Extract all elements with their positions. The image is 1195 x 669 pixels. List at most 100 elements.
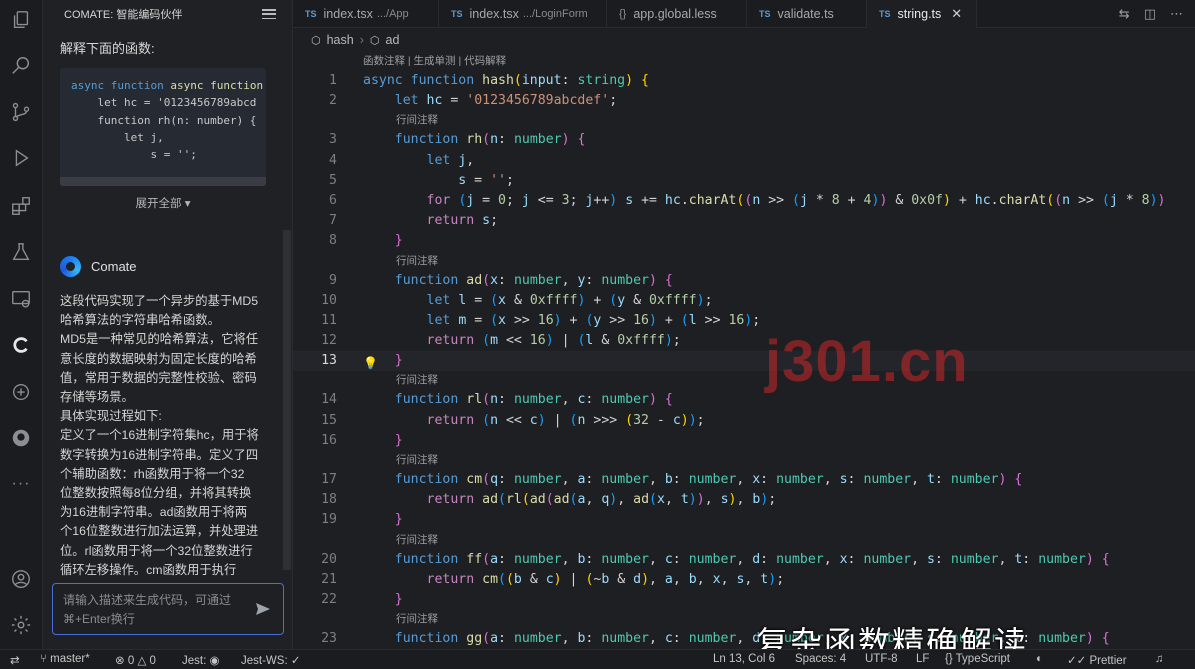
comate-status-icon[interactable]: ◐ (1036, 653, 1043, 665)
extensions-icon[interactable] (9, 194, 33, 218)
code-line[interactable]: 15 return (n << c) | (n >>> (32 - c)); (293, 411, 1195, 431)
line-ending[interactable]: LF (916, 653, 929, 665)
more-icon[interactable]: ··· (9, 472, 33, 496)
prettier-label: Prettier (1089, 655, 1127, 667)
tab-label: index.tsx (469, 7, 519, 21)
panel-header: COMATE: 智能编码伙伴 (43, 0, 292, 28)
line-number: 22 (321, 591, 337, 607)
code-line[interactable]: 19 } (293, 510, 1195, 530)
code-text: s = ''; (458, 172, 514, 188)
check-icon: ✓ (290, 655, 301, 667)
answer-line: 意长度的数据映射为固定长度的哈希 (60, 351, 257, 366)
answer-line: 个16位整数进行加法运算，并处理进 (60, 524, 259, 539)
function-icon: ⬡ (369, 34, 380, 47)
tab-3[interactable]: TS validate.ts (747, 0, 867, 28)
comate-icon[interactable] (9, 333, 33, 357)
code-line[interactable]: 1 async function hash(input: string) { (293, 71, 1195, 91)
code-line[interactable]: 4 let j, (293, 151, 1195, 171)
codelens-inline-comment[interactable]: 行间注释 (293, 111, 1195, 130)
account-icon[interactable] (9, 567, 33, 591)
compare-icon[interactable]: ⇆ (1119, 6, 1130, 22)
breadcrumb-ad[interactable]: ad (386, 33, 400, 47)
code-editor[interactable]: ⬡ hash › ⬡ ad 函数注释 | 生成单测 | 代码解释 1 async f… (293, 28, 1195, 649)
language-mode[interactable]: {} TypeScript (945, 653, 1010, 665)
code-line[interactable]: 23 function gg(a: number, b: number, c: … (293, 629, 1195, 649)
branch-indicator[interactable]: ⑂ master* (40, 653, 90, 665)
tab-1[interactable]: TS index.tsx .../LoginForm (439, 0, 607, 28)
codelens-inline-comment[interactable]: 行间注释 (293, 252, 1195, 271)
code-line[interactable]: 13 💡 } (293, 351, 1195, 372)
answer-line: 值，常用于数据的完整性校验、密码 (60, 370, 257, 385)
source-control-icon[interactable] (9, 100, 33, 124)
typescript-file-icon: TS (305, 9, 317, 19)
settings-gear-icon[interactable] (9, 613, 33, 637)
tab-0[interactable]: TS index.tsx .../App (293, 0, 439, 28)
snippet-scrollbar[interactable] (60, 177, 266, 186)
problems-indicator[interactable]: ⊗ 0 △ 0 (115, 653, 156, 667)
snippet-line-3: function rh(n: number) { (71, 113, 257, 127)
code-line[interactable]: 7 return s; (293, 211, 1195, 231)
jest-ws-label: Jest-WS: (241, 655, 288, 667)
tab-4[interactable]: TS string.ts ✕ (867, 0, 977, 28)
indentation[interactable]: Spaces: 4 (795, 653, 846, 665)
code-text: return ad(rl(ad(ad(a, q), ad(x, t)), s),… (426, 492, 777, 508)
line-number: 17 (321, 472, 337, 487)
remote-icon[interactable]: ⇄ (10, 653, 20, 667)
code-line[interactable]: 16 } (293, 431, 1195, 451)
search-icon[interactable] (9, 54, 33, 78)
prettier-status[interactable]: ✓✓ Prettier (1067, 653, 1127, 667)
breadcrumb-hash[interactable]: hash (327, 33, 354, 47)
code-line[interactable]: 22 } (293, 590, 1195, 610)
explorer-icon[interactable] (9, 8, 33, 32)
remote-explorer-icon[interactable] (9, 287, 33, 311)
code-line[interactable]: 20 function ff(a: number, b: number, c: … (293, 550, 1195, 570)
expand-all-button[interactable]: 展开全部 ▾ (43, 195, 283, 211)
code-line[interactable]: 10 let l = (x & 0xffff) + (y & 0xffff); (293, 291, 1195, 311)
jest-status[interactable]: Jest: ◉ (182, 653, 220, 667)
jest-ws-status[interactable]: Jest-WS: ✓ (241, 653, 300, 667)
code-line[interactable]: 18 return ad(rl(ad(ad(a, q), ad(x, t)), … (293, 490, 1195, 510)
encoding[interactable]: UTF-8 (865, 653, 898, 665)
more-actions-icon[interactable]: ⋯ (1170, 6, 1183, 22)
share-icon[interactable] (9, 380, 33, 404)
cursor-position[interactable]: Ln 13, Col 6 (713, 653, 775, 665)
send-icon[interactable] (255, 602, 271, 616)
run-debug-icon[interactable] (9, 146, 33, 170)
code-line[interactable]: 11 let m = (x >> 16) + (y >> 16) + (l >>… (293, 311, 1195, 331)
split-editor-icon[interactable]: ◫ (1144, 6, 1156, 22)
code-line[interactable]: 9 function ad(x: number, y: number) { (293, 271, 1195, 291)
code-text: let l = (x & 0xffff) + (y & 0xffff); (426, 292, 713, 308)
code-line[interactable]: 5 s = ''; (293, 171, 1195, 191)
code-line[interactable]: 3 function rh(n: number) { (293, 130, 1195, 150)
code-line[interactable]: 17 function cm(q: number, a: number, b: … (293, 470, 1195, 490)
code-line[interactable]: 6 for (j = 0; j <= 3; j++) s += hc.charA… (293, 191, 1195, 211)
line-number: 1 (329, 73, 337, 88)
menu-icon[interactable] (262, 9, 276, 19)
codelens-inline-comment[interactable]: 行间注释 (293, 610, 1195, 629)
line-number: 10 (321, 292, 337, 308)
user-question: 解释下面的函数: (60, 41, 155, 56)
testing-icon[interactable] (9, 240, 33, 264)
line-number: 8 (329, 233, 337, 249)
codelens-inline-comment[interactable]: 行间注释 (293, 531, 1195, 550)
code-text: } (394, 512, 403, 528)
code-line[interactable]: 21 return cm((b & c) | (~b & d), a, b, x… (293, 570, 1195, 590)
answer-line: 个辅助函数：rh函数用于将一个32 (60, 466, 245, 481)
code-line[interactable]: 2 let hc = '0123456789abcdef'; (293, 91, 1195, 111)
github-icon[interactable] (9, 426, 33, 450)
chat-input[interactable]: 请输入描述来生成代码，可通过 ⌘+Enter换行 (52, 583, 284, 635)
tab-2[interactable]: {} app.global.less (607, 0, 747, 28)
codelens-inline-comment[interactable]: 行间注释 (293, 371, 1195, 390)
code-line[interactable]: 8 } (293, 231, 1195, 251)
close-icon[interactable]: ✕ (951, 6, 962, 22)
code-line[interactable]: 14 function rl(n: number, c: number) { (293, 390, 1195, 410)
codelens-actions[interactable]: 函数注释 | 生成单测 | 代码解释 (293, 52, 1195, 71)
codelens-inline-comment[interactable]: 行间注释 (293, 451, 1195, 470)
code-lines: 函数注释 | 生成单测 | 代码解释 1 async function hash(i… (293, 52, 1195, 649)
code-line[interactable]: 12 return (m << 16) | (l & 0xffff); (293, 331, 1195, 351)
code-text: function rl(n: number, c: number) { (394, 392, 673, 408)
panel-scrollbar[interactable] (283, 230, 291, 570)
bell-icon[interactable]: ♫ (1155, 653, 1164, 665)
line-number: 12 (321, 333, 337, 349)
code-text: function ff(a: number, b: number, c: num… (394, 551, 1110, 567)
